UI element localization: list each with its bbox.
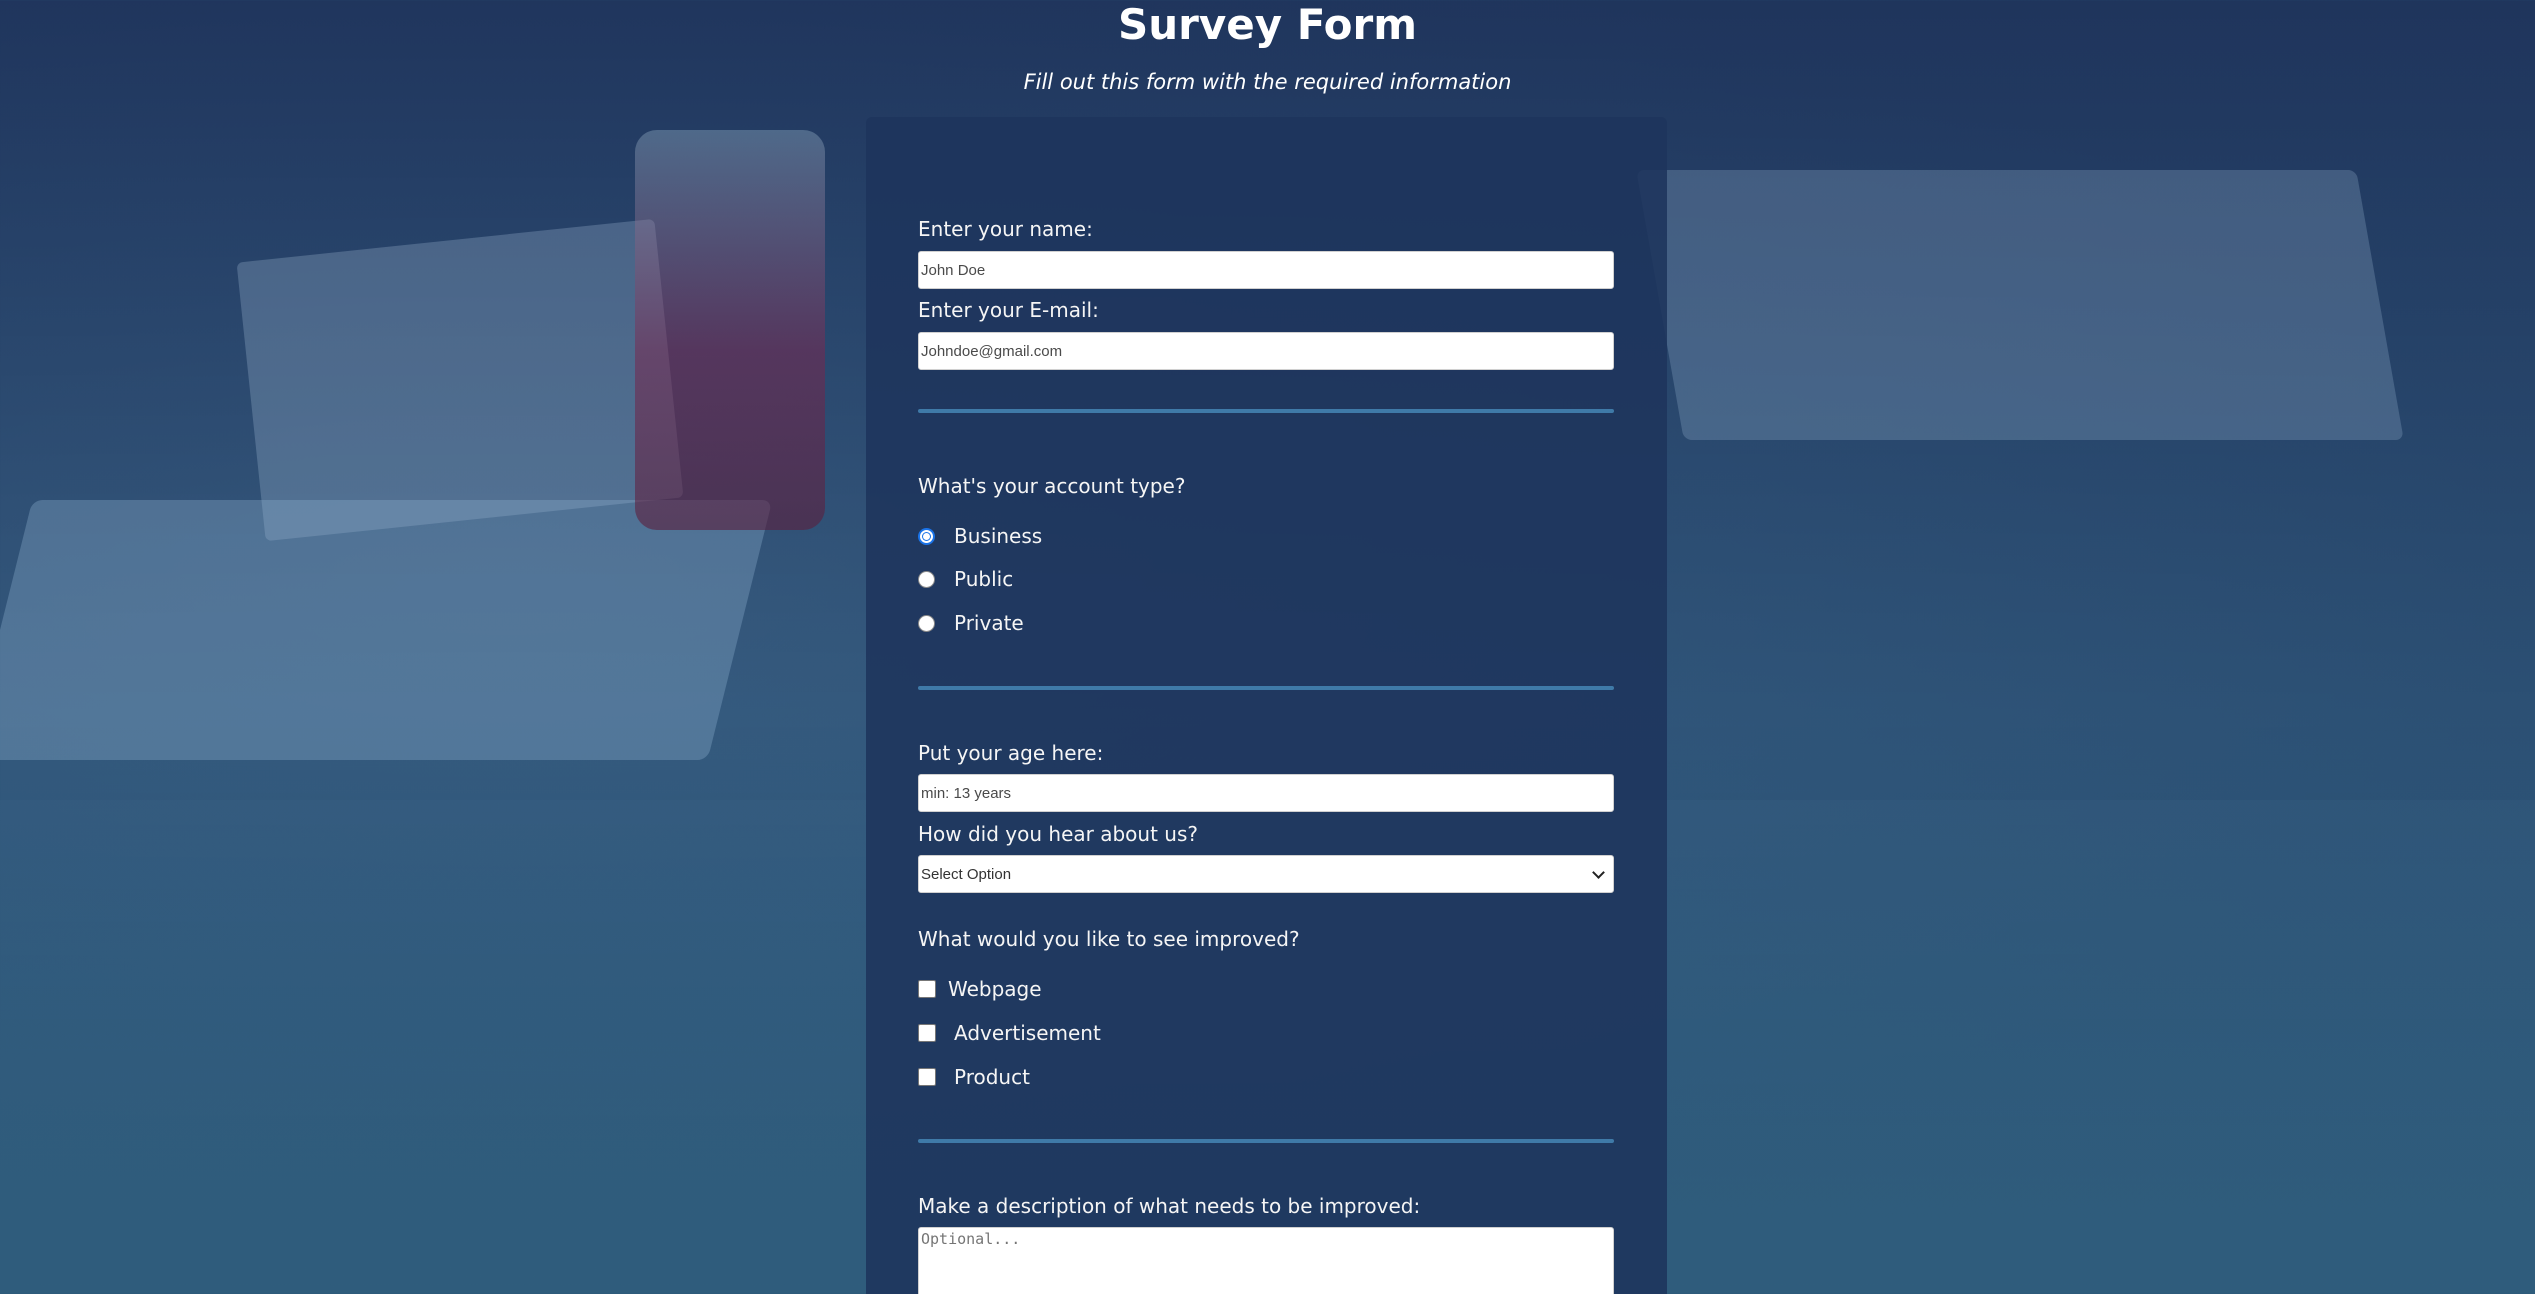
option-label: Business: [954, 524, 1043, 548]
background-jar: [635, 130, 825, 530]
option-label: Product: [954, 1065, 1030, 1089]
page-title: Survey Form: [1117, 0, 1418, 49]
age-label: Put your age here:: [918, 741, 1104, 765]
background-paper: [236, 218, 684, 542]
account-type-option-public[interactable]: Public: [918, 565, 1013, 593]
description-textarea[interactable]: [918, 1227, 1614, 1294]
page-subtitle: Fill out this form with the required inf…: [1023, 70, 1512, 94]
option-label: Public: [954, 567, 1014, 591]
email-input[interactable]: [918, 332, 1614, 370]
improvement-option-webpage[interactable]: Webpage: [918, 975, 1042, 1003]
radio-button-business[interactable]: [918, 527, 935, 545]
radio-button-private[interactable]: [918, 614, 935, 632]
referral-select-value: Select Option: [921, 865, 1012, 883]
option-label: Advertisement: [954, 1021, 1101, 1045]
checkbox-product[interactable]: [918, 1068, 936, 1086]
radio-button-public[interactable]: [918, 570, 935, 588]
chevron-down-icon: [1592, 865, 1605, 879]
survey-form: Enter your name: Enter your E-mail: What…: [866, 117, 1667, 1294]
name-input[interactable]: [918, 251, 1614, 289]
email-label: Enter your E-mail:: [918, 298, 1099, 322]
description-label: Make a description of what needs to be i…: [918, 1194, 1421, 1218]
referral-label: How did you hear about us?: [918, 822, 1198, 846]
account-type-question: What's your account type?: [918, 474, 1186, 498]
section-divider: [918, 686, 1614, 690]
improvement-option-advertisement[interactable]: Advertisement: [918, 1019, 1101, 1047]
improvements-question: What would you like to see improved?: [918, 927, 1300, 951]
name-label: Enter your name:: [918, 217, 1093, 241]
referral-select[interactable]: Select Option: [918, 855, 1614, 893]
background-laptop-right: [1636, 170, 2404, 440]
account-type-option-business[interactable]: Business: [918, 522, 1042, 550]
section-divider: [918, 409, 1614, 413]
checkbox-webpage[interactable]: [918, 980, 936, 998]
section-divider: [918, 1139, 1614, 1143]
checkbox-advertisement[interactable]: [918, 1024, 936, 1042]
account-type-option-private[interactable]: Private: [918, 609, 1024, 637]
improvement-option-product[interactable]: Product: [918, 1063, 1030, 1091]
option-label: Webpage: [948, 977, 1042, 1001]
age-input[interactable]: [918, 774, 1614, 812]
option-label: Private: [954, 611, 1024, 635]
background-laptop-left: [0, 500, 773, 760]
